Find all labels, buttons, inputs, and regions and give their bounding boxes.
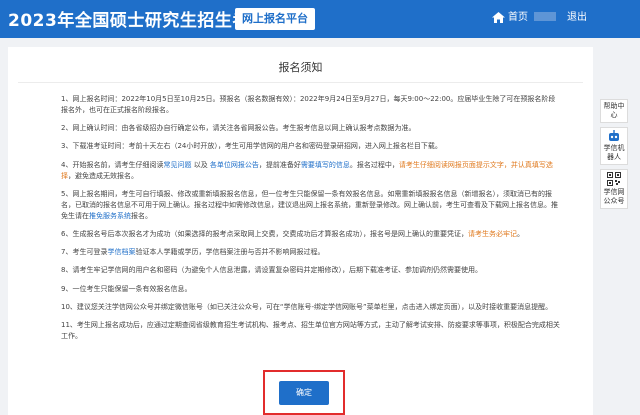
notice-text: 验证本人学籍或学历，学信档案注册与否并不影响网报过程。 bbox=[135, 248, 325, 257]
notice-list: 1、网上报名时间：2022年10月5日至10月25日。预报名（报名数据有效）：2… bbox=[61, 94, 561, 349]
notice-item-5: 5、网上报名期间，考生可自行填报、修改或重新填报报名信息，但一位考生只能保留一条… bbox=[61, 189, 561, 222]
notice-text: 6、生成报名号后本次报名才为成功（如果选择的报考点采取网上交费，交费成功后才算报… bbox=[61, 229, 468, 238]
wechat-account-label: 学信网公众号 bbox=[603, 188, 625, 205]
home-link-label: 首页 bbox=[508, 12, 528, 23]
notice-text: ，提前准备好 bbox=[258, 160, 301, 169]
site-title: 2023年全国硕士研究生招生考试 bbox=[8, 11, 268, 31]
user-name-masked bbox=[534, 12, 556, 21]
panel-title: 报名须知 bbox=[278, 61, 323, 74]
help-center-label: 帮助中心 bbox=[603, 102, 625, 119]
home-link[interactable]: 首页 bbox=[492, 9, 528, 27]
notice-item-1: 1、网上报名时间：2022年10月5日至10月25日。预报名（报名数据有效）：2… bbox=[61, 95, 556, 114]
notice-text: 。 bbox=[516, 229, 524, 238]
notice-panel: 报名须知 1、网上报名时间：2022年10月5日至10月25日。预报名（报名数据… bbox=[8, 47, 593, 415]
confirm-button[interactable]: 确定 bbox=[279, 381, 329, 405]
qr-code-icon bbox=[607, 172, 621, 186]
notice-item-4: 4、开始报名前，请考生仔细阅读常见问题 以及 各单位网报公告，提前准备好需要填写… bbox=[61, 160, 561, 182]
notice-text: ，避免造成无效报名。 bbox=[68, 171, 138, 180]
notice-item-10: 10、建议您关注学信网公众号并绑定微信账号（如已关注公众号，可在“学信账号-绑定… bbox=[61, 302, 553, 311]
faq-link[interactable]: 常见问题 bbox=[163, 161, 191, 169]
recommendation-system-link[interactable]: 推免服务系统 bbox=[89, 212, 131, 220]
platform-badge: 网上报名平台 bbox=[235, 8, 315, 30]
notice-item-11: 11、考生网上报名成功后，应通过定期查阅省级教育招生考试机构、报考点、招生单位官… bbox=[61, 320, 560, 340]
home-icon bbox=[492, 11, 505, 23]
notice-item-6: 6、生成报名号后本次报名才为成功（如果选择的报考点采取网上交费，交费成功后才算报… bbox=[61, 229, 561, 240]
required-info-link[interactable]: 需要填写的信息 bbox=[301, 161, 350, 169]
notice-text: 。报名过程中， bbox=[349, 160, 399, 169]
notice-item-7: 7、考生可登录学信档案验证本人学籍或学历，学信档案注册与否并不影响网报过程。 bbox=[61, 247, 561, 258]
notice-text: 7、考生可登录 bbox=[61, 248, 108, 257]
notice-warning: 请考生务必牢记 bbox=[467, 229, 517, 238]
notice-item-2: 2、网上确认时间：由各省级招办自行确定公布，请关注各省网报公告。考生报考信息以网… bbox=[61, 124, 416, 133]
notice-text: 报名。 bbox=[131, 211, 152, 220]
robot-icon bbox=[609, 130, 619, 141]
xuexin-archive-link[interactable]: 学信档案 bbox=[107, 248, 135, 256]
unit-announcement-link[interactable]: 各单位网报公告 bbox=[210, 161, 259, 169]
help-center-button[interactable]: 帮助中心 bbox=[600, 99, 628, 123]
notice-item-3: 3、下载准考证时间：考前十天左右（24小时开放），考生可用学信网的用户名和密码登… bbox=[61, 142, 442, 151]
robot-label: 学信机器人 bbox=[603, 144, 625, 161]
wechat-account-button[interactable]: 学信网公众号 bbox=[600, 169, 628, 209]
logout-link[interactable]: 退出 bbox=[567, 9, 587, 27]
notice-item-9: 9、一位考生只能保留一条有效报名信息。 bbox=[61, 284, 192, 293]
notice-item-8: 8、请考生牢记学信网的用户名和密码（为避免个人信息泄露，请设置复杂密码并定期修改… bbox=[61, 266, 482, 275]
notice-text: 4、开始报名前，请考生仔细阅读 bbox=[61, 160, 164, 169]
notice-text: 以及 bbox=[191, 160, 210, 169]
top-bar: 2023年全国硕士研究生招生考试 网上报名平台 首页 退出 bbox=[0, 0, 640, 38]
robot-button[interactable]: 学信机器人 bbox=[600, 127, 628, 165]
title-divider bbox=[18, 82, 583, 83]
side-toolbar: 帮助中心 学信机器人 学信网公众号 bbox=[600, 99, 628, 213]
confirm-highlight-box: 确定 bbox=[263, 370, 345, 415]
